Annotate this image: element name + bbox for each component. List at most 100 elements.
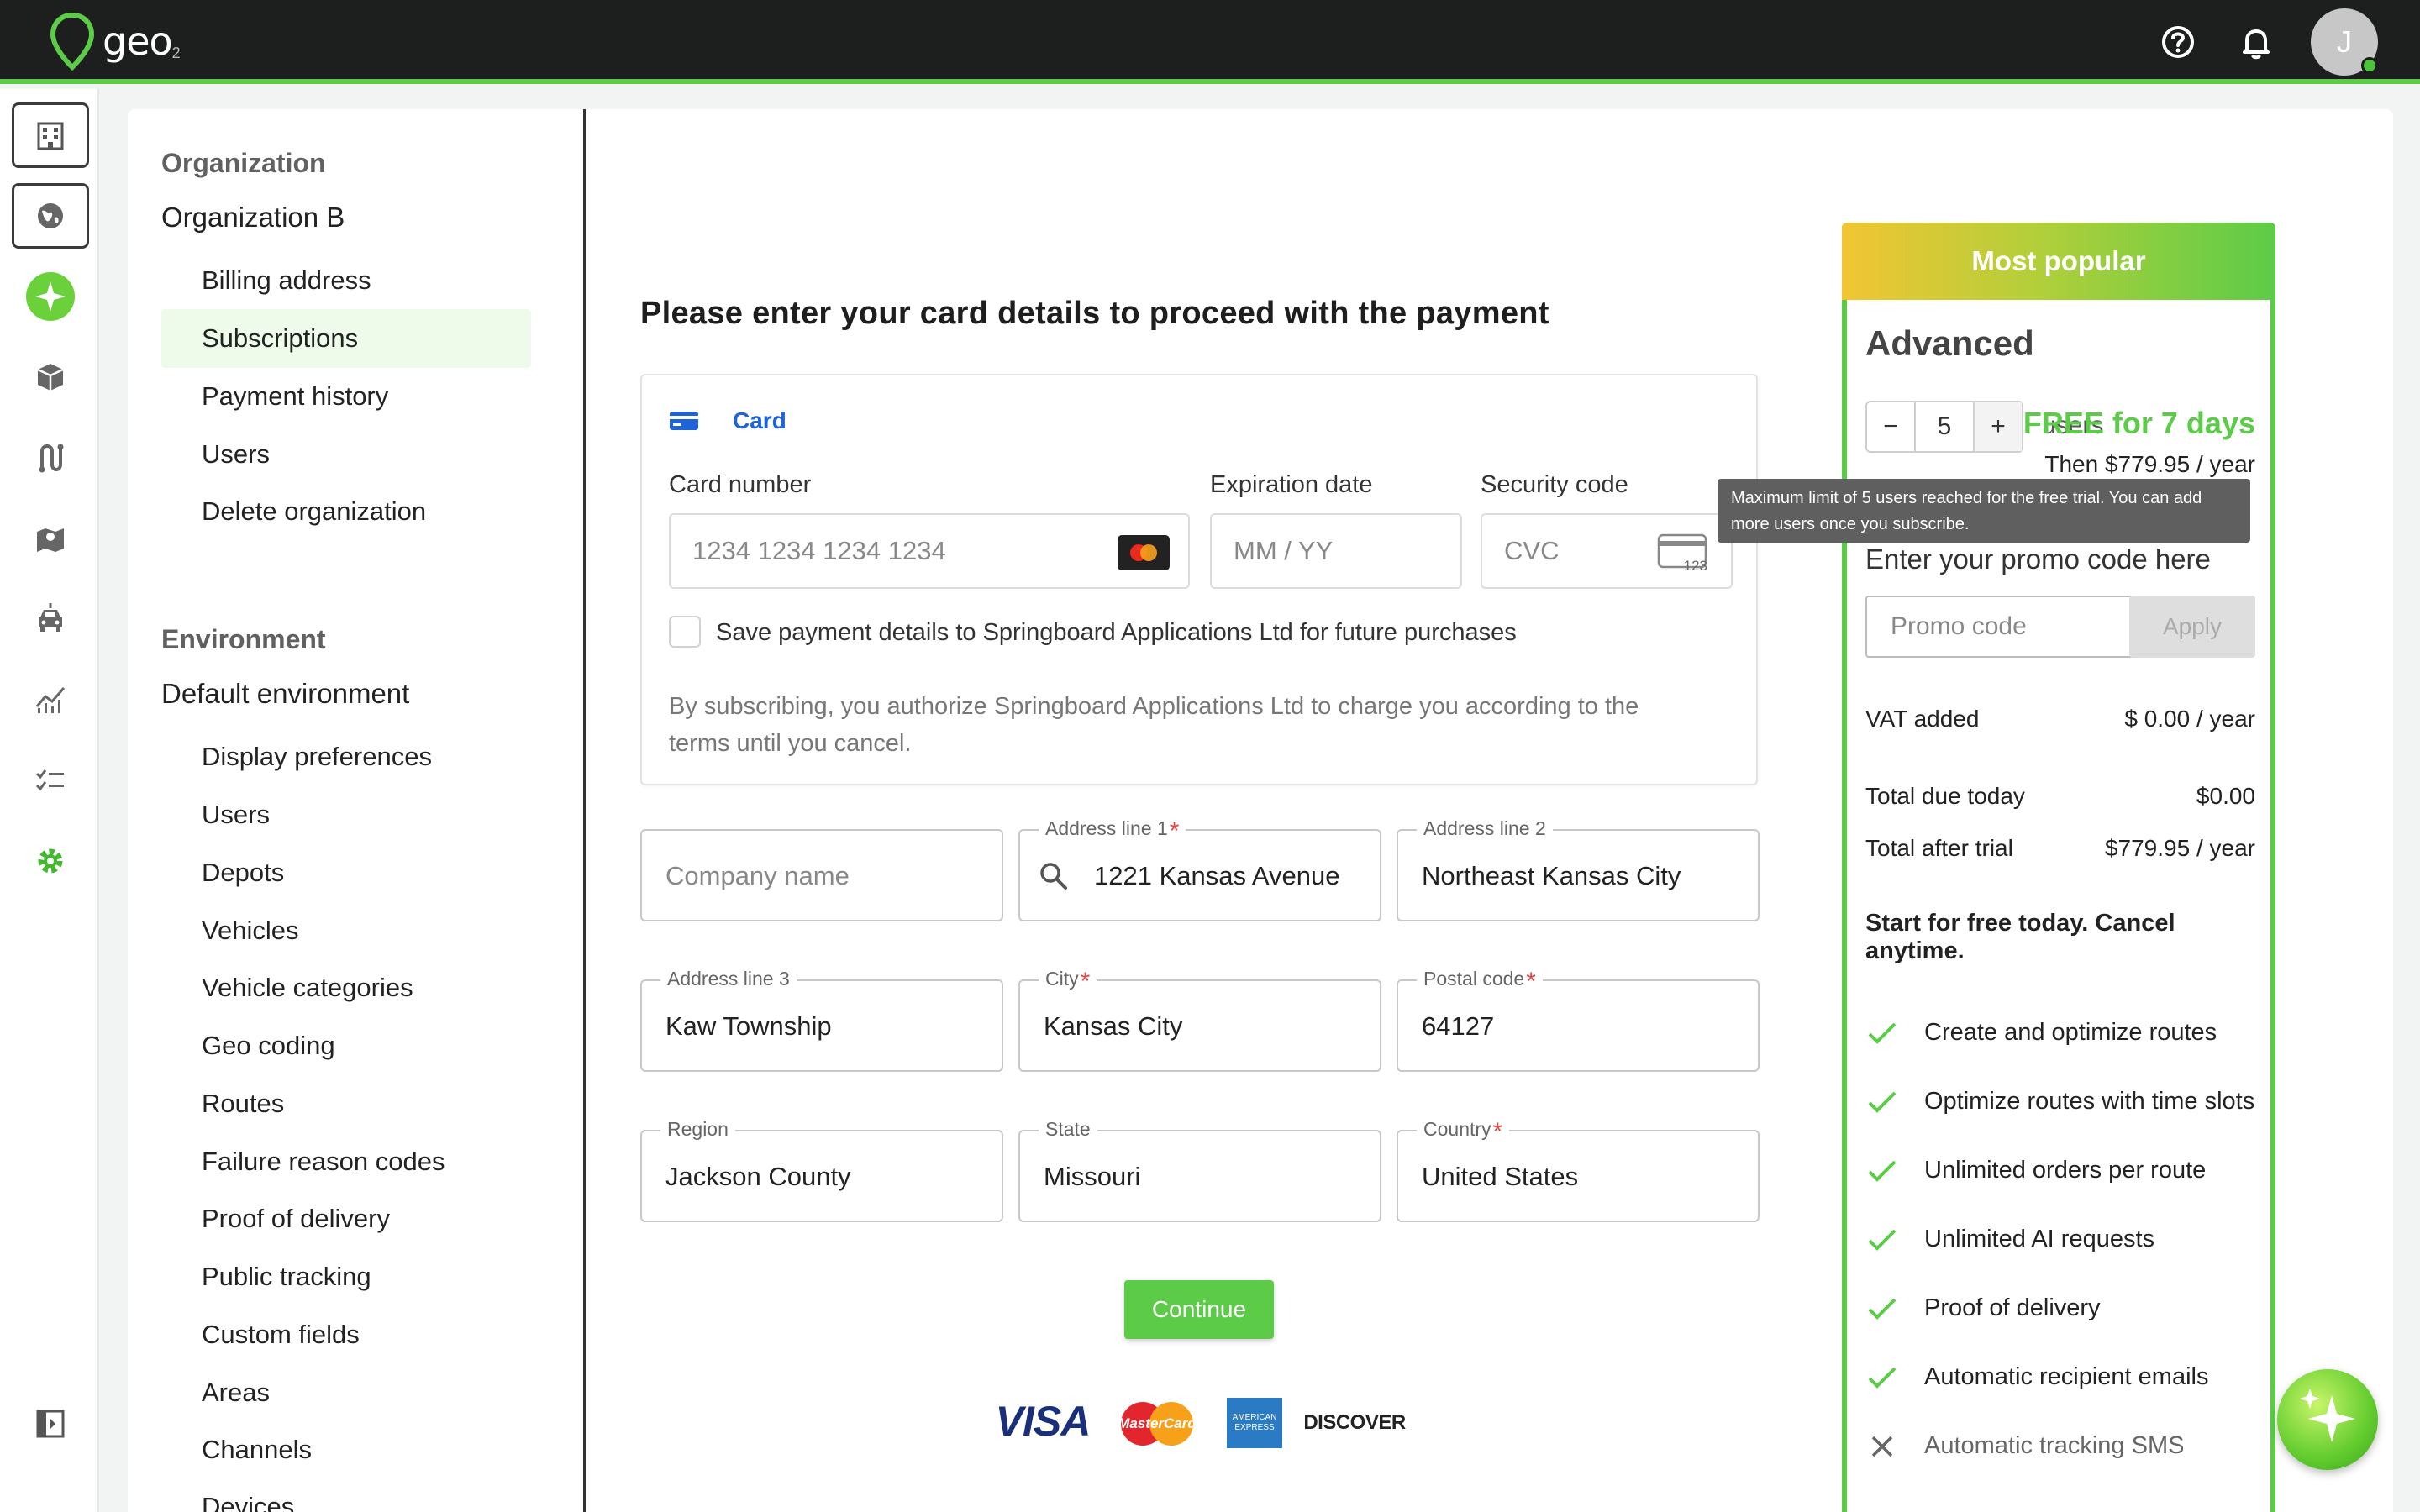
nav-item-display-preferences[interactable]: Display preferences [161,727,531,786]
state-value: Missouri [1044,1162,1141,1191]
settings-icon[interactable] [12,828,89,894]
nav-item-vehicles[interactable]: Vehicles [161,901,531,960]
address-line-1-field[interactable]: Address line 1* 1221 Kansas Avenue [1018,817,1381,921]
address-line-2-field[interactable]: Address line 2 Northeast Kansas City [1397,817,1760,921]
checklist-icon[interactable] [12,748,89,813]
left-rail [0,89,99,1512]
bell-icon[interactable] [2238,24,2275,60]
legal-text: By subscribing, you authorize Springboar… [669,693,1639,757]
decrement-users-button[interactable]: − [1867,402,1914,451]
nav-item-billing-address[interactable]: Billing address [161,251,531,310]
country-field[interactable]: Country* United States [1397,1118,1760,1222]
nav-item-custom-fields[interactable]: Custom fields [161,1305,531,1364]
postal-code-label: Postal code* [1417,968,1543,996]
total-after-trial-value: $779.95 / year [2104,835,2255,861]
geo-logo[interactable]: geo 2 [49,12,181,71]
total-after-trial-label: Total after trial [1865,835,2013,861]
total-after-trial-row: Total after trial $779.95 / year [1865,835,2255,862]
address-line-1-value: 1221 Kansas Avenue [1094,861,1340,890]
required-mark: * [1526,968,1536,995]
region-field[interactable]: Region Jackson County [640,1118,1003,1222]
feature-item: Optimize routes with time slots [1865,1088,2254,1116]
nav-item-subscriptions[interactable]: Subscriptions [161,309,531,368]
city-label: City* [1039,968,1097,996]
nav-item-proof-of-delivery[interactable]: Proof of delivery [161,1189,531,1248]
nav-item-depots[interactable]: Depots [161,843,531,902]
help-icon[interactable] [2160,24,2196,60]
pricing-card-advanced: Most popular Advanced − 5 + users FREE f… [1842,223,2275,1512]
package-icon[interactable] [12,344,89,410]
user-avatar[interactable]: J [2311,8,2378,76]
ai-sparkle-icon[interactable] [12,264,89,329]
logo-subscript: 2 [171,44,181,61]
analytics-icon[interactable] [12,667,89,732]
feature-item: Unlimited AI requests [1865,1226,2154,1253]
state-field[interactable]: State Missouri [1018,1118,1381,1222]
card-payment-form: Card Card number 1234 1234 1234 1234 Exp… [640,374,1758,785]
company-name-placeholder: Company name [666,861,850,890]
required-mark: * [1492,1118,1503,1146]
ai-assistant-button[interactable] [2277,1369,2378,1470]
feature-item: Create and optimize routes [1865,1019,2217,1047]
nav-item-users[interactable]: Users [161,425,531,484]
map-icon[interactable] [12,506,89,571]
collapse-sidebar-icon[interactable] [12,1391,89,1457]
cvc-input[interactable]: CVC 123 [1481,513,1733,589]
check-icon [1865,1021,1899,1046]
globe-icon[interactable] [12,183,89,249]
users-count-input[interactable]: 5 [1914,402,1975,451]
continue-button[interactable]: Continue [1124,1280,1274,1339]
online-status-dot [2361,57,2378,74]
vat-row: VAT added $ 0.00 / year [1865,706,2255,732]
nav-item-delete-organization[interactable]: Delete organization [161,482,531,541]
country-label: Country* [1417,1118,1510,1147]
city-value: Kansas City [1044,1011,1183,1041]
most-popular-banner: Most popular [1842,223,2275,300]
address-line-3-field[interactable]: Address line 3 Kaw Township [640,968,1003,1072]
check-icon [1865,1158,1899,1184]
cvc-label: Security code [1481,471,1628,498]
apply-promo-button[interactable]: Apply [2129,596,2255,658]
nav-item-routes[interactable]: Routes [161,1074,531,1133]
total-due-row: Total due today $0.00 [1865,783,2255,810]
cvc-card-icon: 123 [1657,533,1711,579]
nav-item-env-users[interactable]: Users [161,785,531,844]
avatar-initial: J [2337,24,2352,59]
expiry-input[interactable]: MM / YY [1210,513,1462,589]
cvc-placeholder: CVC [1504,536,1560,565]
feature-item: Proof of delivery [1865,1294,2101,1322]
nav-item-vehicle-categories[interactable]: Vehicle categories [161,958,531,1017]
sparkle-icon [2300,1389,2355,1442]
vat-label: VAT added [1865,706,1980,732]
feature-item: Unlimited orders per route [1865,1157,2206,1184]
required-mark: * [1169,817,1180,845]
card-number-input[interactable]: 1234 1234 1234 1234 [669,513,1190,589]
top-bar: geo 2 J [0,0,2420,84]
city-field[interactable]: City* Kansas City [1018,968,1381,1072]
tab-card[interactable]: Card [669,407,786,434]
route-icon[interactable] [12,425,89,491]
mastercard-icon [1118,535,1170,577]
vehicle-icon[interactable] [12,586,89,652]
feature-item: Automatic recipient emails [1865,1363,2208,1391]
company-name-field[interactable]: Company name [640,829,1003,921]
increment-users-button[interactable]: + [1975,402,2022,451]
nav-item-devices[interactable]: Devices [161,1478,531,1512]
logo-text: geo [103,18,173,64]
nav-item-failure-reason-codes[interactable]: Failure reason codes [161,1132,531,1191]
environment-name: Default environment [161,678,410,709]
nav-item-geo-coding[interactable]: Geo coding [161,1016,531,1075]
nav-item-areas[interactable]: Areas [161,1363,531,1422]
postal-code-field[interactable]: Postal code* 64127 [1397,968,1760,1072]
cvc-badge-text: 123 [1684,558,1707,572]
start-free-text: Start for free today. Cancel anytime. [1865,910,2175,964]
check-icon [1865,1089,1899,1115]
nav-item-payment-history[interactable]: Payment history [161,367,531,426]
nav-item-channels[interactable]: Channels [161,1420,531,1479]
nav-item-public-tracking[interactable]: Public tracking [161,1247,531,1306]
save-payment-checkbox[interactable] [669,616,701,648]
expiry-placeholder: MM / YY [1234,536,1334,565]
building-icon[interactable] [12,102,89,168]
amex-logo: AMERICAN EXPRESS [1227,1398,1282,1448]
geo-pin-icon [50,12,95,71]
